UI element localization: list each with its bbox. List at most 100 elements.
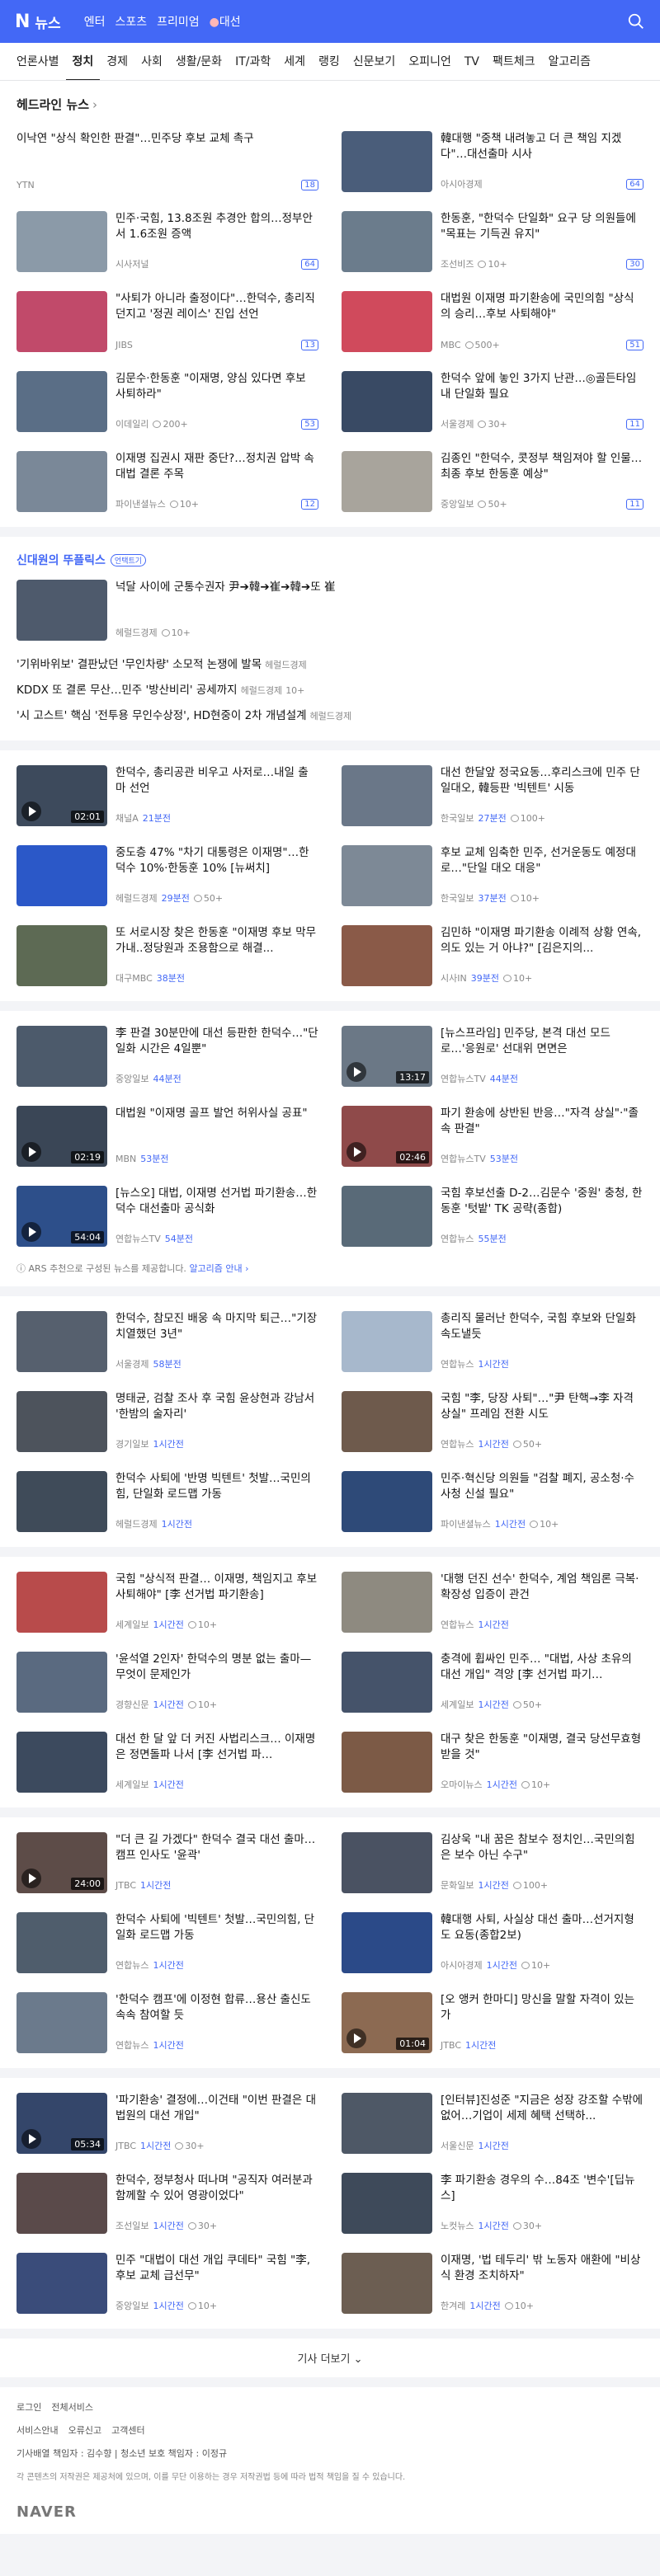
article-title[interactable]: 김문수·한동훈 "이재명, 양심 있다면 후보 사퇴하라": [116, 371, 318, 402]
article-thumbnail[interactable]: [16, 1311, 107, 1372]
comment-count[interactable]: 30+: [478, 419, 507, 430]
special-line-item[interactable]: KDDX 또 결론 무산…민주 '방산비리' 공세까지 헤럴드경제 10+: [16, 678, 644, 703]
article-thumbnail[interactable]: [16, 2253, 107, 2314]
article-title[interactable]: 이재명, '법 테두리' 밖 노동자 애환에 "비상식 환경 조치하자": [441, 2253, 644, 2284]
article-thumbnail[interactable]: [342, 765, 432, 826]
article-title[interactable]: [오 앵커 한마디] 망신을 말할 자격이 있는가: [441, 1992, 644, 2024]
article-title[interactable]: KDDX 또 결론 무산…민주 '방산비리' 공세까지: [16, 684, 238, 697]
article-thumbnail[interactable]: [342, 291, 432, 352]
special-line-item[interactable]: '기위바위보' 결판났던 '무인차량' 소모적 논쟁에 발목 헤럴드경제: [16, 652, 644, 678]
article-title[interactable]: 민주·국힘, 13.8조원 추경안 합의…정부안서 1.6조원 증액: [116, 211, 318, 242]
category-tab[interactable]: 알고리즘: [542, 43, 598, 80]
comment-count[interactable]: 50+: [512, 1699, 542, 1710]
article-thumbnail[interactable]: [16, 451, 107, 512]
news-item[interactable]: 한동훈, "한덕수 단일화" 요구 당 의원들에 "목표는 기득권 유지" 조선비…: [342, 211, 644, 275]
comment-count[interactable]: 10+: [478, 259, 507, 270]
article-thumbnail[interactable]: [16, 1391, 107, 1452]
article-title[interactable]: 또 서로시장 찾은 한동훈 "이재명 후보 막무가내..정당원과 조용함으로 해…: [116, 925, 318, 957]
news-item[interactable]: [인터뷰]진성준 "지금은 성장 강조할 수밖에 없어…기업이 세제 혜택 선택…: [342, 2093, 644, 2157]
comment-count[interactable]: 10+: [502, 973, 532, 984]
article-title[interactable]: 한동훈, "한덕수 단일화" 요구 당 의원들에 "목표는 기득권 유지": [441, 211, 644, 242]
article-title[interactable]: 김민하 "이재명 파기환송 이례적 상황 연속, 의도 있는 거 아냐?" [김…: [441, 925, 644, 957]
article-title[interactable]: '대행 던진 선수' 한덕수, 계엄 책임론 극복·확장성 입증이 관건: [441, 1572, 644, 1603]
news-item[interactable]: "사퇴가 아니라 출정이다"…한덕수, 총리직 던지고 '정권 레이스' 진입 …: [16, 291, 318, 355]
news-item[interactable]: 김문수·한동훈 "이재명, 양심 있다면 후보 사퇴하라" 이데일리 200+ 53: [16, 371, 318, 435]
article-title[interactable]: 한덕수, 정부청사 떠나며 "공직자 여러분과 함께할 수 있어 영광이었다": [116, 2173, 318, 2204]
algorithm-guide-link[interactable]: 알고리즘 안내 ›: [189, 1263, 248, 1274]
top-link-election[interactable]: ●대선: [210, 13, 241, 30]
news-item[interactable]: 韓대행 "중책 내려놓고 더 큰 책임 지겠다"…대선출마 시사 아시아경제 64: [342, 131, 644, 195]
article-title[interactable]: 국힘 "상식적 판결… 이재명, 책임지고 후보 사퇴해야" [李 선거법 파기…: [116, 1572, 318, 1603]
headline-title[interactable]: 헤드라인 뉴스 ›: [16, 96, 644, 113]
article-thumbnail[interactable]: [342, 2093, 432, 2154]
article-title[interactable]: 대선 한달앞 정국요동…후리스크에 민주 단일대오, 韓등판 '빅텐트' 시동: [441, 765, 644, 797]
comment-count[interactable]: 50+: [478, 499, 507, 510]
article-thumbnail[interactable]: [342, 2253, 432, 2314]
login-link[interactable]: 로그인: [16, 2400, 41, 2414]
news-item[interactable]: 총리직 물러난 한덕수, 국힘 후보와 단일화 속도낼듯 연합뉴스 1시간전: [342, 1311, 644, 1375]
article-thumbnail[interactable]: [16, 2173, 107, 2234]
comment-count[interactable]: 50+: [512, 1439, 542, 1450]
comment-count[interactable]: 30+: [187, 2221, 217, 2231]
category-tab[interactable]: TV: [458, 43, 486, 80]
article-thumbnail[interactable]: 01:04: [342, 1992, 432, 2053]
article-thumbnail[interactable]: [16, 1992, 107, 2053]
news-item[interactable]: '한덕수 캠프'에 이정현 합류…용산 출신도 속속 참여할 듯 연합뉴스 1시간전: [16, 1992, 318, 2057]
article-title[interactable]: 민주·혁신당 의원들 "검찰 폐지, 공소청·수사청 신설 필요": [441, 1471, 644, 1502]
category-tab[interactable]: 사회: [134, 43, 169, 80]
article-title[interactable]: '한덕수 캠프'에 이정현 합류…용산 출신도 속속 참여할 듯: [116, 1992, 318, 2024]
article-thumbnail[interactable]: [342, 131, 432, 192]
article-thumbnail[interactable]: [16, 1652, 107, 1713]
article-title[interactable]: 李 판결 30분만에 대선 등판한 한덕수…"단일화 시간은 4일뿐": [116, 1026, 318, 1057]
article-thumbnail[interactable]: [16, 580, 107, 641]
category-tab[interactable]: 정치: [65, 43, 101, 80]
article-title[interactable]: 김종인 "한덕수, 콧정부 책임져야 할 인물…최종 후보 한동훈 예상": [441, 451, 644, 482]
article-title[interactable]: 대구 찾은 한동훈 "이재명, 결국 당선무효형 받을 것": [441, 1732, 644, 1763]
news-item[interactable]: 대법원 이재명 파기환송에 국민의힘 "상식의 승리…후보 사퇴해야" MBC 50…: [342, 291, 644, 355]
news-item[interactable]: 민주·국힘, 13.8조원 추경안 합의…정부안서 1.6조원 증액 시사저널 64: [16, 211, 318, 275]
news-item[interactable]: 대선 한 달 앞 더 커진 사법리스크… 이재명은 정면돌파 나서 [李 선거법…: [16, 1732, 318, 1796]
article-thumbnail[interactable]: [342, 2173, 432, 2234]
article-title[interactable]: 한덕수 앞에 놓인 3가지 난관…◎골든타임 내 단일화 필요: [441, 371, 644, 402]
article-thumbnail[interactable]: [16, 211, 107, 272]
news-item[interactable]: 국힘 "李, 당장 사퇴"…"尹 탄핵→李 자격상실" 프레임 전환 시도 연합뉴…: [342, 1391, 644, 1455]
article-thumbnail[interactable]: [342, 1912, 432, 1973]
article-title[interactable]: "사퇴가 아니라 출정이다"…한덕수, 총리직 던지고 '정권 레이스' 진입 …: [116, 291, 318, 322]
news-item[interactable]: 이재명, '법 테두리' 밖 노동자 애환에 "비상식 환경 조치하자" 한겨레 1…: [342, 2253, 644, 2317]
error-report-link[interactable]: 오류신고: [68, 2423, 101, 2437]
article-thumbnail[interactable]: 24:00: [16, 1832, 107, 1893]
article-thumbnail[interactable]: [16, 1026, 107, 1087]
comment-count[interactable]: 10+: [530, 1519, 559, 1530]
news-item[interactable]: 대선 한달앞 정국요동…후리스크에 민주 단일대오, 韓등판 '빅텐트' 시동 한…: [342, 765, 644, 830]
news-item[interactable]: '대행 던진 선수' 한덕수, 계엄 책임론 극복·확장성 입증이 관건 연합뉴스…: [342, 1572, 644, 1636]
article-title[interactable]: [인터뷰]진성준 "지금은 성장 강조할 수밖에 없어…기업이 세제 혜택 선택…: [441, 2093, 644, 2124]
article-thumbnail[interactable]: 02:46: [342, 1106, 432, 1167]
article-title[interactable]: '파기환송' 결정에…이건태 "이번 판결은 대법원의 대선 개입": [116, 2093, 318, 2124]
article-thumbnail[interactable]: [342, 1391, 432, 1452]
article-title[interactable]: 김상욱 "내 꿈은 참보수 정치인…국민의힘은 보수 아닌 수구": [441, 1832, 644, 1864]
comment-count[interactable]: 100+: [512, 1880, 548, 1891]
article-thumbnail[interactable]: [16, 1732, 107, 1793]
news-item[interactable]: 한덕수, 참모진 배웅 속 마지막 퇴근…"기장 치열했던 3년" 서울경제 58분…: [16, 1311, 318, 1375]
comment-count[interactable]: 100+: [510, 813, 545, 824]
article-title[interactable]: 이낙연 "상식 확인한 판결"…민주당 후보 교체 촉구: [16, 131, 318, 147]
article-thumbnail[interactable]: [342, 1572, 432, 1633]
news-item[interactable]: 54:04 [뉴스오] 대법, 이재명 선거법 파기환송…한덕수 대선출마 공식화…: [16, 1186, 318, 1250]
news-item[interactable]: 한덕수, 정부청사 떠나며 "공직자 여러분과 함께할 수 있어 영광이었다" 조…: [16, 2173, 318, 2237]
headline-first-item[interactable]: 이낙연 "상식 확인한 판결"…민주당 후보 교체 촉구 YTN 18: [16, 131, 318, 195]
comment-count[interactable]: 30+: [512, 2221, 542, 2231]
more-articles-button[interactable]: 기사 더보기 ⌄: [0, 2339, 660, 2377]
article-title[interactable]: 한덕수 사퇴에 '반명 빅텐트' 첫발…국민의힘, 단일화 로드맵 가동: [116, 1471, 318, 1502]
comment-count[interactable]: 10+: [521, 1960, 550, 1971]
article-title[interactable]: 韓대행 사퇴, 사실상 대선 출마…선거지형도 요동(종합2보): [441, 1912, 644, 1944]
news-item[interactable]: 충격에 휩싸인 민주… "대법, 사상 초유의 대선 개입" 격앙 [李 선거법…: [342, 1652, 644, 1716]
article-thumbnail[interactable]: 54:04: [16, 1186, 107, 1247]
article-title[interactable]: [뉴스프라임] 민주당, 본격 대선 모드로…'응원로' 선대위 면면은: [441, 1026, 644, 1057]
naver-news-logo[interactable]: N 뉴스: [15, 12, 61, 32]
news-item[interactable]: 01:04 [오 앵커 한마디] 망신을 말할 자격이 있는가 JTBC 1시간전: [342, 1992, 644, 2057]
all-services-link[interactable]: 전체서비스: [51, 2400, 93, 2414]
article-title[interactable]: 李 파기환송 경우의 수…84조 '변수'[딥뉴스]: [441, 2173, 644, 2204]
article-thumbnail[interactable]: [342, 1311, 432, 1372]
news-item[interactable]: 02:46 파기 환송에 상반된 반응…"자격 상실"·"졸속 판결" 연합뉴스TV…: [342, 1106, 644, 1170]
article-title[interactable]: 중도층 47% "차기 대통령은 이재명"…한덕수 10%·한동훈 10% [뉴…: [116, 845, 318, 877]
